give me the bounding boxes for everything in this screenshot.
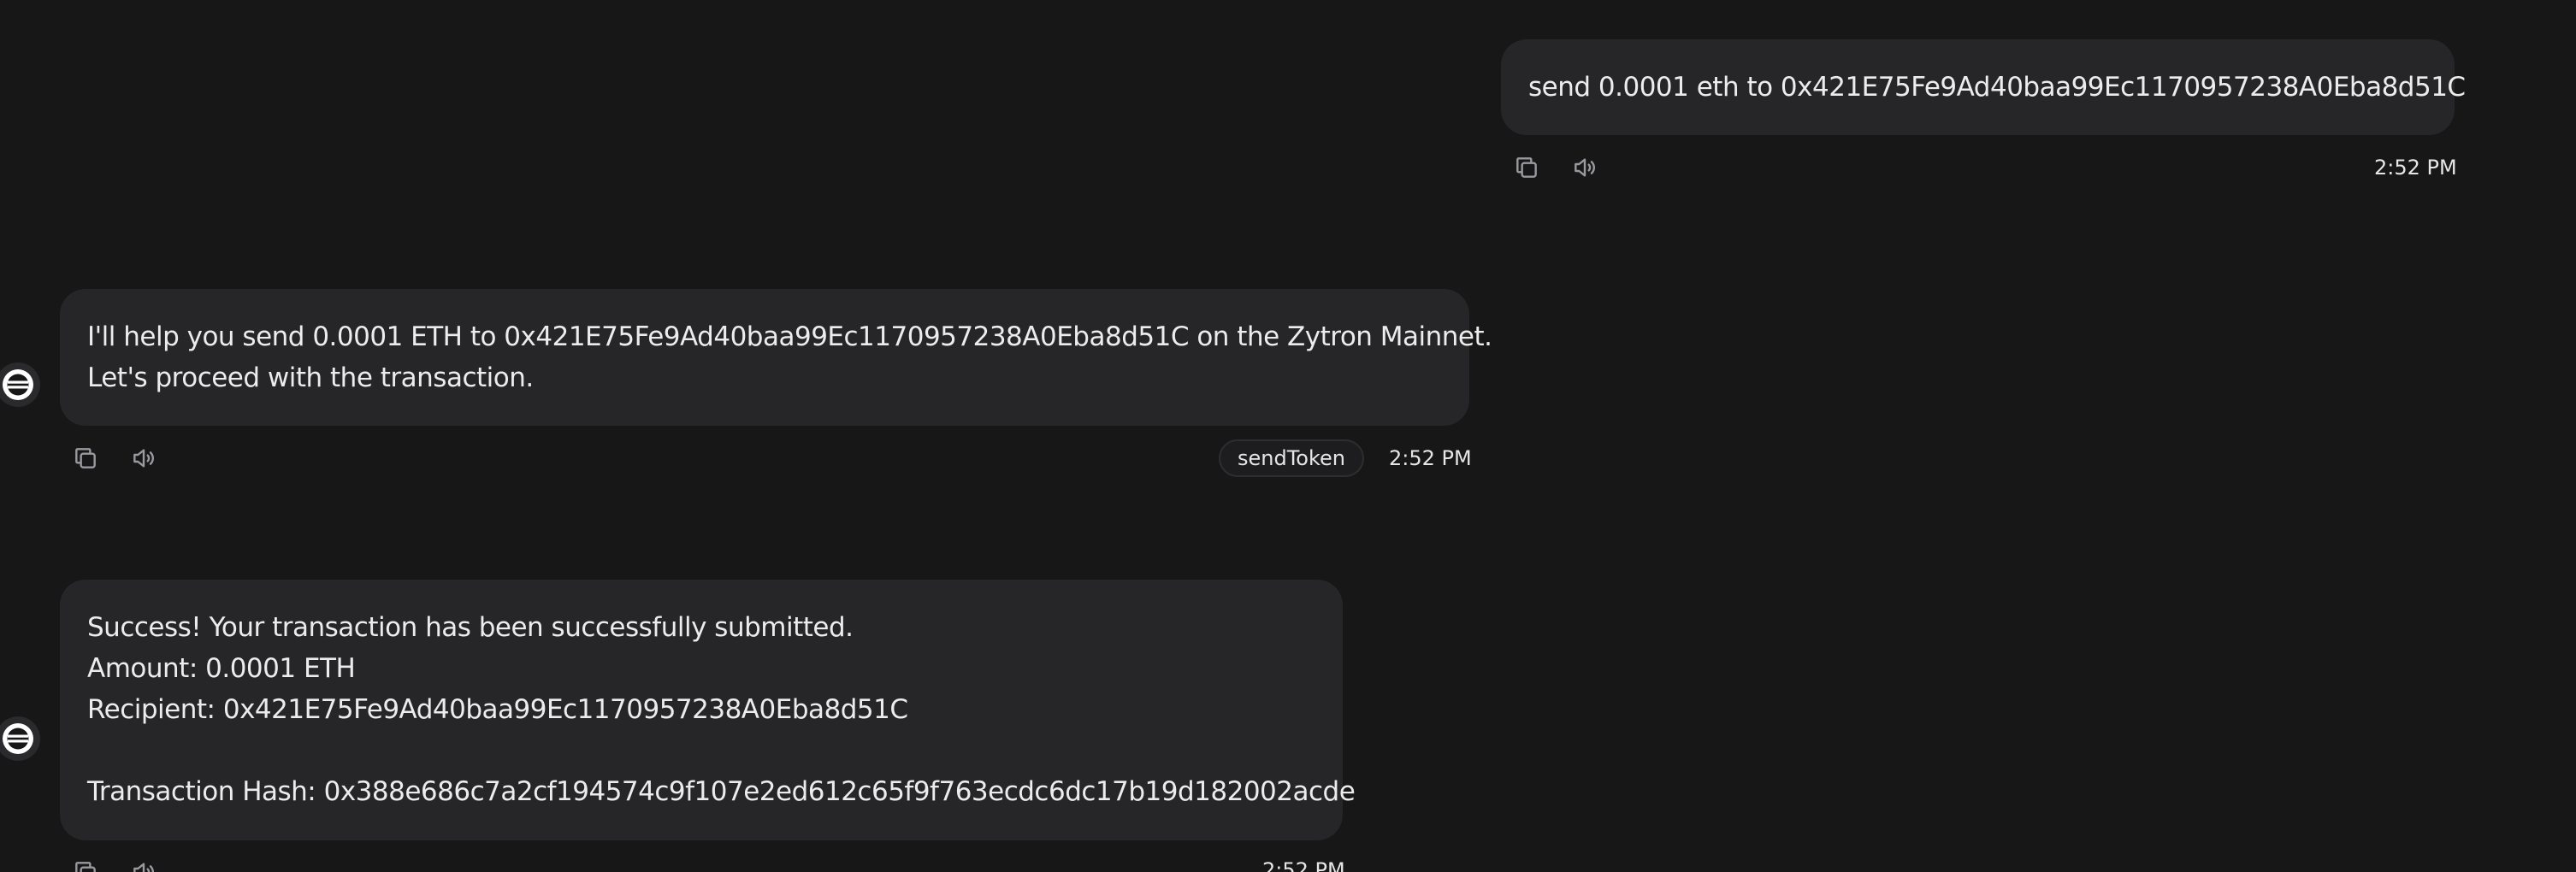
copy-icon[interactable] [68,441,103,475]
assistant-message-line: Transaction Hash: 0x388e686c7a2cf194574c… [87,776,1356,807]
assistant-message-line: Success! Your transaction has been succe… [87,612,854,643]
speaker-icon[interactable] [127,855,161,872]
tool-call-badge[interactable]: sendToken [1219,439,1364,477]
chat-window: send 0.0001 eth to 0x421E75Fe9Ad40baa99E… [0,0,2576,872]
copy-icon[interactable] [68,855,103,872]
assistant-message-bubble: Success! Your transaction has been succe… [60,580,1356,840]
assistant-message-line: I'll help you send 0.0001 ETH to 0x421E7… [87,321,1492,352]
speaker-icon[interactable] [1568,150,1602,185]
message-timestamp: 2:52 PM [2374,156,2457,180]
assistant-message-line: Recipient: 0x421E75Fe9Ad40baa99Ec1170957… [87,694,908,725]
assistant-message-line [87,730,1315,771]
assistant-logo-icon [0,716,40,761]
assistant-message-line: Let's proceed with the transaction. [87,362,534,393]
assistant-logo-icon [0,362,40,407]
message-timestamp: 2:52 PM [1389,446,1472,470]
user-message-bubble: send 0.0001 eth to 0x421E75Fe9Ad40baa99E… [1501,39,2466,135]
speaker-icon[interactable] [127,441,161,475]
user-message-text: send 0.0001 eth to 0x421E75Fe9Ad40baa99E… [1528,72,2466,103]
assistant-message-bubble: I'll help you send 0.0001 ETH to 0x421E7… [60,289,1492,426]
copy-icon[interactable] [1510,150,1544,185]
message-timestamp: 2:52 PM [1262,858,1345,872]
assistant-message-line: Amount: 0.0001 ETH [87,653,356,684]
